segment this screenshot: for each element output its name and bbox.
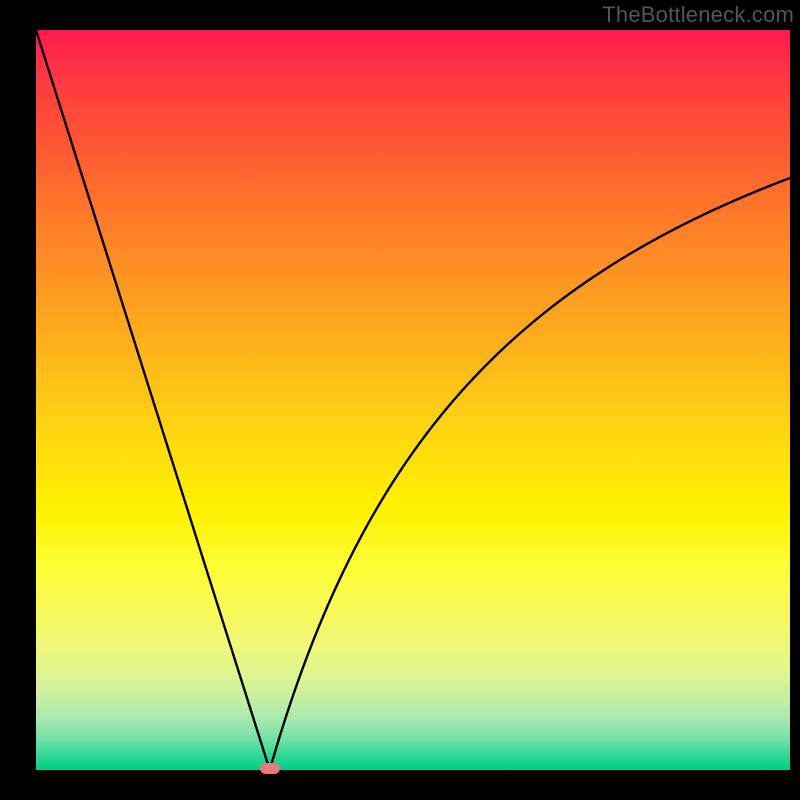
curve-layer [0,0,800,800]
optimal-marker [260,763,280,774]
chart-container: TheBottleneck.com [0,0,800,800]
bottleneck-curve [36,30,790,770]
watermark-text: TheBottleneck.com [602,2,794,28]
